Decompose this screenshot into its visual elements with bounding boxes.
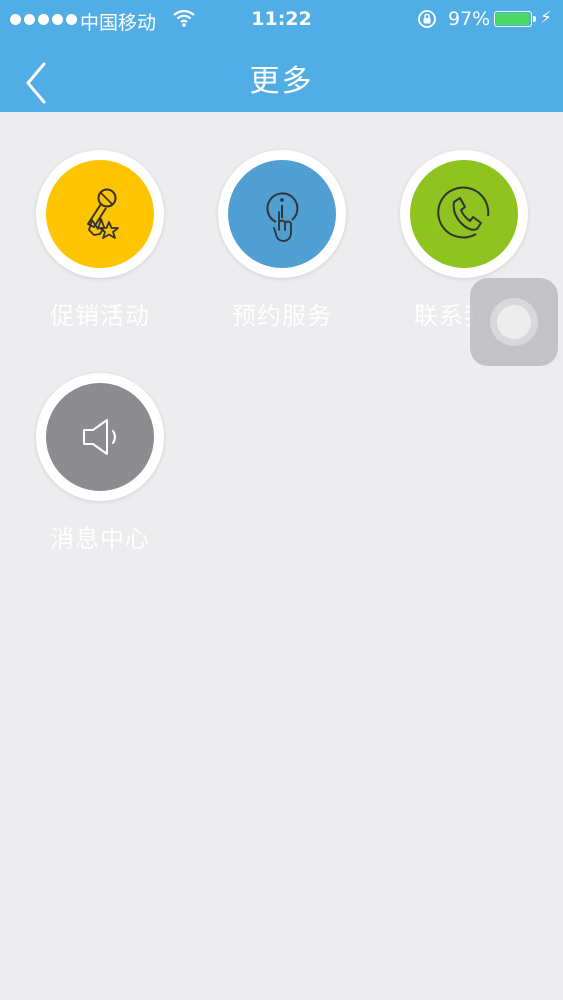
battery-icon [494,11,536,27]
phone-icon [437,186,490,239]
menu-item-promotions[interactable]: 促销活动 [30,150,170,350]
menu-label: 预约服务 [232,302,332,330]
charging-icon: ⚡ [540,8,552,28]
rotation-lock-icon [416,8,438,35]
battery-percent: 97% [448,8,491,30]
assistive-touch-button[interactable] [470,278,558,366]
page-title: 更多 [249,64,314,99]
message-center-icon-circle [46,383,154,491]
appointments-icon-circle [228,160,336,268]
menu-item-message-center[interactable]: 消息中心 [30,373,170,573]
menu-item-appointments[interactable]: 预约服务 [212,150,352,350]
menu-label: 促销活动 [50,302,150,330]
speaker-icon [83,419,116,455]
promotions-icon-circle [46,160,154,268]
info-touch-icon [266,192,299,242]
contact-icon-circle [410,160,518,268]
top-bar: 中国移动 11:22 97% ⚡ 更多 [0,0,563,112]
status-bar: 中国移动 11:22 97% ⚡ [0,0,563,40]
microphone-star-icon [87,188,119,239]
menu-label: 消息中心 [50,525,150,553]
navigation-bar: 更多 [0,40,563,112]
